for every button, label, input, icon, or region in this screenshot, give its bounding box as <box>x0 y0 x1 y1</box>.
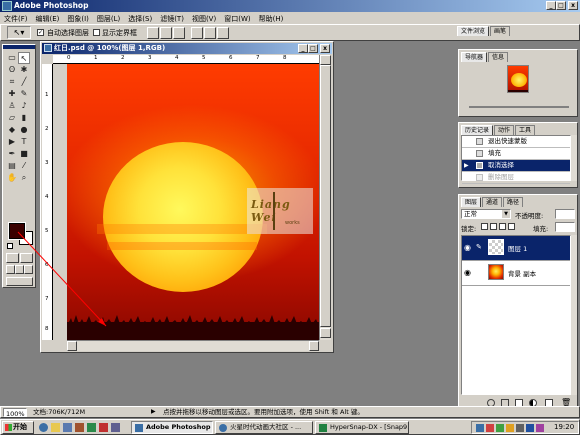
lock-label: 锁定: <box>461 225 477 233</box>
eye-icon[interactable]: ◉ <box>464 243 471 252</box>
zoom-value: 100% <box>6 410 25 418</box>
status-bar: 100% 文档:706K/712M ▶ 点按并拖移以移动图层或选区。要用附加选项… <box>0 406 580 418</box>
tab-tools[interactable]: 工具 <box>515 125 536 135</box>
tray-icon[interactable] <box>486 424 494 432</box>
start-flag-icon <box>5 424 12 431</box>
doc-info: 文档:706K/712M <box>33 408 86 416</box>
taskbar-item-label: Adobe Photoshop <box>146 423 211 431</box>
lock-image-icon[interactable] <box>490 223 497 230</box>
layer-thumbnail-transparent <box>488 239 504 255</box>
system-tray: 19:20 <box>471 421 579 434</box>
taskbar-item-hypersnap[interactable]: HyperSnap-DX - [Snap9.j... <box>315 421 409 434</box>
ie-task-icon <box>219 424 227 432</box>
app-launch-icon[interactable] <box>75 423 84 432</box>
zoom-field[interactable]: 100% <box>3 408 27 418</box>
tab-history[interactable]: 历史记录 <box>461 125 494 135</box>
tray-icon[interactable] <box>506 424 514 432</box>
history-list: 退出快速蒙版 填充 ▶ 取消选择 删除图层 <box>461 135 571 184</box>
blend-mode-select[interactable]: 正常 ▼ <box>461 209 511 219</box>
layer-name: 背景 副本 <box>508 270 537 278</box>
navigator-thumbnail[interactable] <box>507 65 529 93</box>
history-palette: 历史记录 动作 工具 退出快速蒙版 填充 ▶ 取消选择 删除图层 <box>458 122 578 188</box>
taskbar-item-browser[interactable]: 火星时代动画大社区 - ... <box>215 421 313 434</box>
hypersnap-task-icon <box>319 424 327 432</box>
quick-launch <box>37 422 127 434</box>
history-item-label: 删除图层 <box>488 173 514 181</box>
history-item-label: 填充 <box>488 149 501 157</box>
layer-row[interactable]: ◉ 背景 副本 <box>462 261 570 286</box>
tab-paths[interactable]: 路径 <box>503 197 524 207</box>
tray-icon[interactable] <box>526 424 534 432</box>
tab-layers[interactable]: 图层 <box>461 197 482 207</box>
app-launch-icon[interactable] <box>111 423 120 432</box>
opacity-label: 不透明度: <box>515 212 544 220</box>
desktop-icon[interactable] <box>63 423 72 432</box>
lock-position-icon[interactable] <box>499 223 506 230</box>
navigator-sun <box>511 73 527 87</box>
taskbar-item-label: 火星时代动画大社区 - ... <box>230 423 302 431</box>
clock[interactable]: 19:20 <box>554 423 574 431</box>
eye-icon[interactable]: ◉ <box>464 268 471 277</box>
navigator-tabs: 导航器 信息 <box>461 52 577 62</box>
app-launch-icon[interactable] <box>87 423 96 432</box>
layer-row-selected[interactable]: ◉ ✎ 图层 1 <box>462 236 570 261</box>
navigator-zoom-slider[interactable] <box>469 106 569 108</box>
history-tabs: 历史记录 动作 工具 <box>461 125 577 135</box>
photoshop-task-icon <box>135 424 143 432</box>
history-item-dimmed[interactable]: 删除图层 <box>462 172 570 184</box>
tray-icon[interactable] <box>536 424 544 432</box>
navigator-palette: 导航器 信息 <box>458 49 578 117</box>
lock-all-icon[interactable] <box>508 223 515 230</box>
tray-icon[interactable] <box>496 424 504 432</box>
tab-actions[interactable]: 动作 <box>494 125 515 135</box>
lock-buttons <box>481 223 517 231</box>
history-scrollbar[interactable] <box>571 135 577 181</box>
history-item-label: 取消选择 <box>488 161 514 169</box>
layers-palette: 图层 通道 路径 正常 ▼ 不透明度: 锁定: 填充: ◉ ✎ 图层 1 ◉ 背景 … <box>458 194 578 412</box>
tray-icon[interactable] <box>476 424 484 432</box>
tab-navigator[interactable]: 导航器 <box>461 52 488 62</box>
email-icon[interactable] <box>51 423 60 432</box>
brush-link-icon: ✎ <box>476 243 482 251</box>
history-snapshot-icon <box>476 162 483 169</box>
history-item[interactable]: 退出快速蒙版 <box>462 136 570 148</box>
start-label: 开始 <box>13 423 27 431</box>
history-item-label: 退出快速蒙版 <box>488 137 527 145</box>
taskbar: 开始 Adobe Photoshop 火星时代动画大社区 - ... Hyper… <box>0 419 580 435</box>
navigator-grass <box>508 90 528 92</box>
history-snapshot-icon <box>476 174 483 181</box>
tab-channels[interactable]: 通道 <box>482 197 503 207</box>
history-item[interactable]: 填充 <box>462 148 570 160</box>
lock-transparency-icon[interactable] <box>481 223 488 230</box>
status-hint: 点按并拖移以移动图层或选区。要用附加选项，使用 Shift 和 Alt 键。 <box>163 408 364 416</box>
layers-tabs: 图层 通道 路径 <box>461 197 577 207</box>
layers-scrollbar[interactable] <box>571 235 577 395</box>
layer-name: 图层 1 <box>508 245 528 253</box>
layer-thumbnail-sunset <box>488 264 504 280</box>
fill-field[interactable] <box>555 222 575 232</box>
taskbar-item-label: HyperSnap-DX - [Snap9.j... <box>330 423 409 431</box>
start-button[interactable]: 开始 <box>2 421 34 434</box>
layers-list: ◉ ✎ 图层 1 ◉ 背景 副本 <box>461 235 571 395</box>
blend-mode-value: 正常 <box>464 210 477 218</box>
tray-icon[interactable] <box>516 424 524 432</box>
ie-icon[interactable] <box>39 423 48 432</box>
history-snapshot-icon <box>476 138 483 145</box>
app-launch-icon[interactable] <box>99 423 108 432</box>
chevron-down-icon: ▼ <box>502 210 510 218</box>
opacity-field[interactable] <box>555 209 575 219</box>
history-item-selected[interactable]: ▶ 取消选择 <box>462 160 570 172</box>
history-snapshot-icon <box>476 150 483 157</box>
fill-label: 填充: <box>533 225 549 233</box>
taskbar-item-photoshop[interactable]: Adobe Photoshop <box>131 421 213 434</box>
history-state-marker-icon: ▶ <box>464 162 469 169</box>
tab-info[interactable]: 信息 <box>488 52 509 62</box>
doc-info-menu-icon[interactable]: ▶ <box>151 407 156 417</box>
